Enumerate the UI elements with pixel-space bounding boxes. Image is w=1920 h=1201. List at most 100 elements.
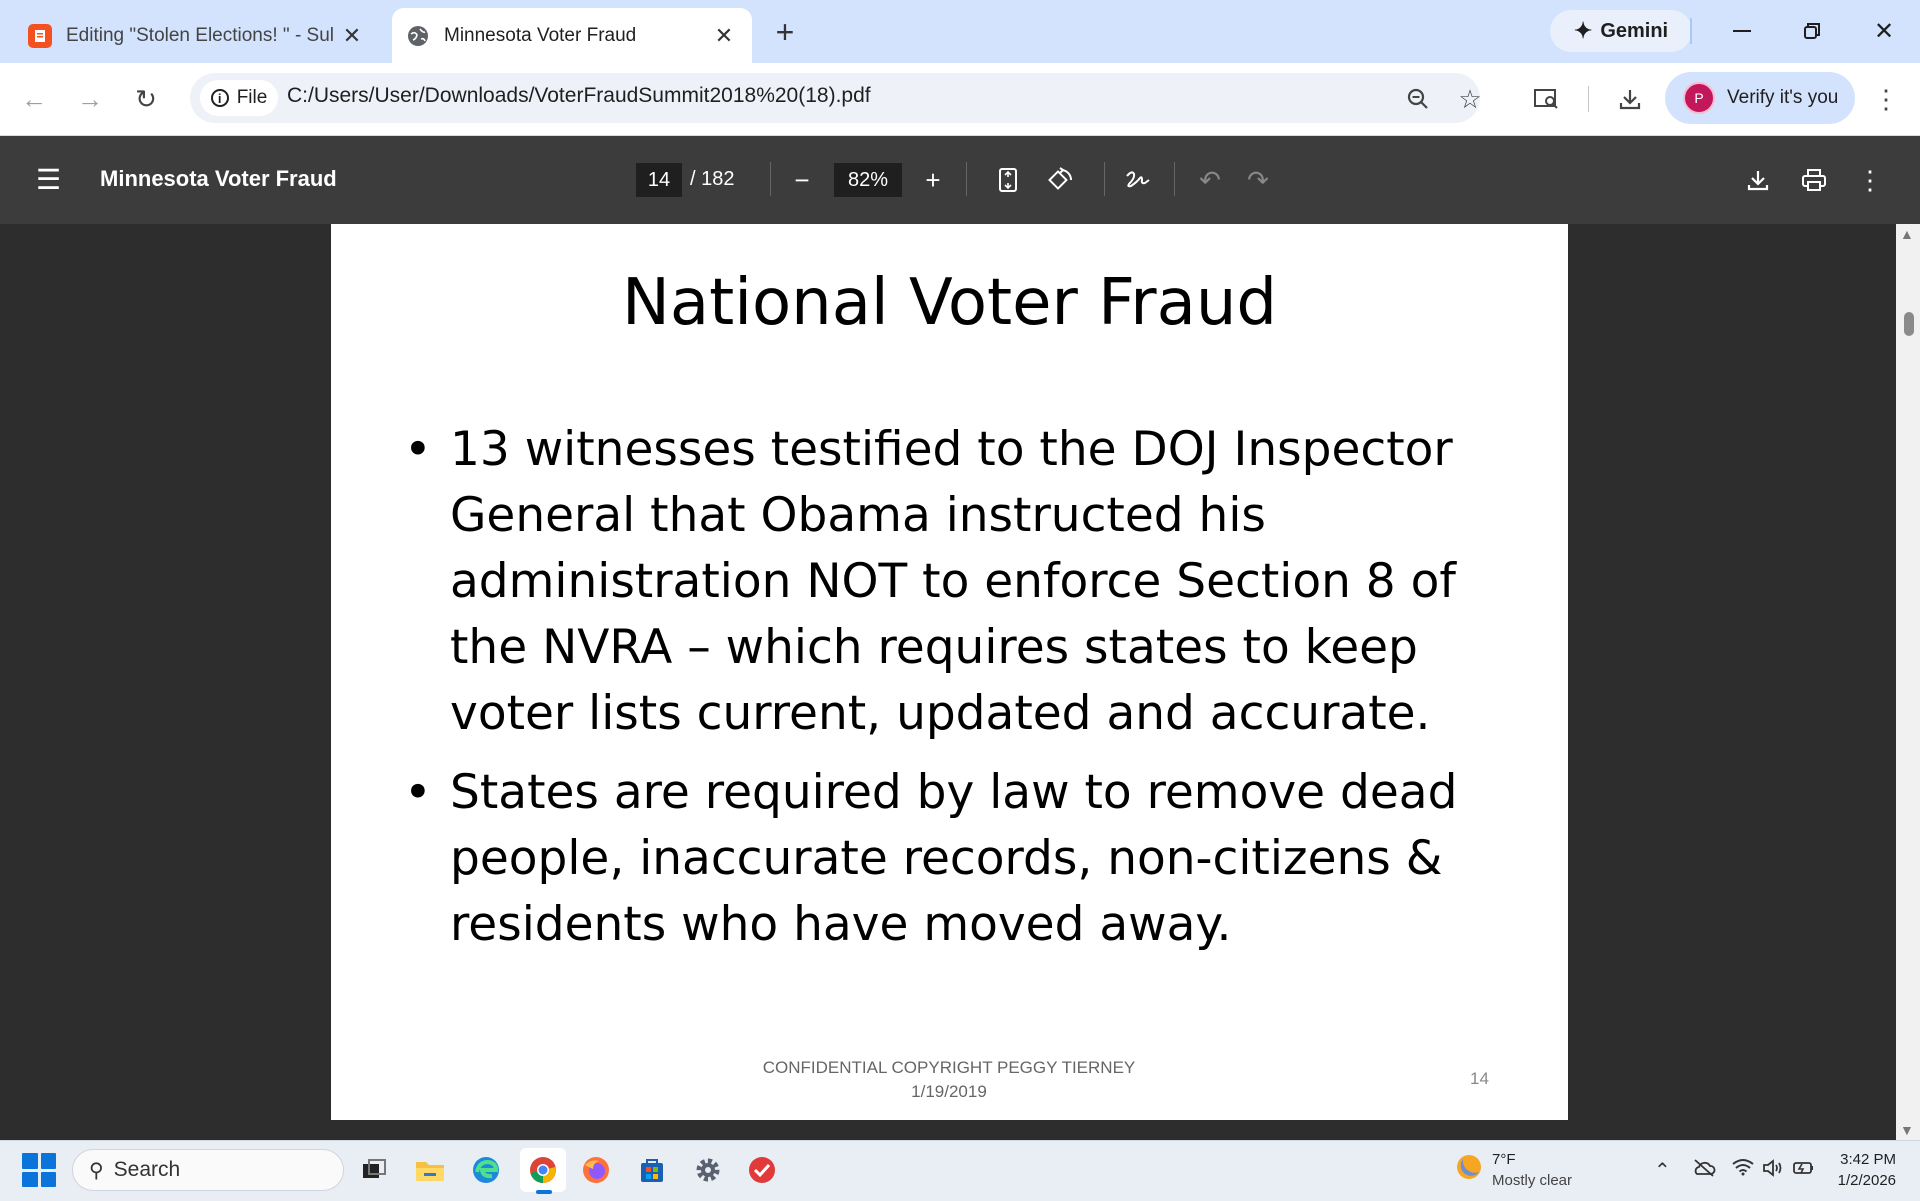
- rotate-button[interactable]: [1042, 162, 1078, 198]
- volume-icon[interactable]: [1762, 1158, 1784, 1184]
- pdf-print-button[interactable]: [1796, 162, 1832, 198]
- store-button[interactable]: [632, 1150, 672, 1190]
- chrome-button[interactable]: [520, 1148, 566, 1192]
- firefox-icon: [583, 1157, 609, 1183]
- document-app-icon: [28, 23, 52, 48]
- firefox-button[interactable]: [576, 1150, 616, 1190]
- draw-button[interactable]: [1120, 162, 1156, 198]
- todo-app-button[interactable]: [742, 1150, 782, 1190]
- edge-button[interactable]: [466, 1150, 506, 1190]
- restore-button[interactable]: [1782, 10, 1842, 52]
- redo-button[interactable]: ↷: [1240, 162, 1276, 198]
- scroll-up-icon[interactable]: ▲: [1900, 226, 1914, 242]
- forward-button[interactable]: →: [70, 80, 110, 118]
- weather-description: Mostly clear: [1492, 1172, 1573, 1189]
- edge-icon: [473, 1157, 499, 1183]
- scroll-down-icon[interactable]: ▼: [1900, 1122, 1914, 1138]
- draw-icon: [1126, 171, 1150, 188]
- bullet-text: States are required by law to remove dea…: [450, 765, 1458, 952]
- downloads-button[interactable]: [1610, 80, 1650, 118]
- bullet-marker: •: [404, 765, 432, 820]
- back-button[interactable]: ←: [14, 80, 54, 118]
- restore-icon: [1804, 23, 1820, 39]
- download-icon: [1747, 171, 1769, 191]
- search-icon: ⚲: [89, 1159, 104, 1182]
- minimize-icon: [1733, 30, 1751, 32]
- zoom-button[interactable]: [1398, 80, 1438, 118]
- gemini-button[interactable]: ✦ Gemini: [1550, 10, 1692, 52]
- redo-icon: ↷: [1247, 164, 1269, 195]
- clock-time[interactable]: 3:42 PM: [1838, 1151, 1896, 1168]
- print-icon: [1802, 169, 1826, 191]
- plus-icon: +: [925, 164, 941, 195]
- zoom-in-button[interactable]: +: [915, 162, 951, 198]
- wifi-icon[interactable]: [1732, 1158, 1754, 1182]
- minimize-button[interactable]: [1712, 10, 1772, 52]
- scrollbar-thumb[interactable]: [1904, 312, 1914, 336]
- bullet-item: • States are required by law to remove d…: [404, 760, 1504, 980]
- close-icon: ✕: [1873, 17, 1895, 45]
- undo-button[interactable]: ↶: [1192, 162, 1228, 198]
- profile-verify-button[interactable]: P Verify it's you: [1665, 72, 1855, 124]
- page-number-input[interactable]: 14: [636, 163, 682, 197]
- avatar: P: [1683, 82, 1715, 114]
- divider: [1588, 86, 1589, 112]
- close-icon[interactable]: ✕: [710, 23, 738, 49]
- gear-icon: [696, 1158, 720, 1182]
- tab-search-icon: [1534, 89, 1558, 109]
- fit-page-button[interactable]: [990, 162, 1026, 198]
- close-icon[interactable]: ✕: [338, 23, 366, 49]
- more-vert-icon: ⋮: [1873, 83, 1899, 114]
- minus-icon: −: [794, 164, 810, 195]
- weather-icon[interactable]: [1452, 1150, 1486, 1189]
- reload-button[interactable]: ↻: [126, 80, 166, 118]
- arrow-right-icon: →: [77, 83, 103, 114]
- tab-title: Editing "Stolen Elections! " - Sul: [66, 24, 335, 46]
- bookmark-button[interactable]: ☆: [1450, 80, 1490, 118]
- divider: [1174, 162, 1175, 196]
- windows-logo-icon: [22, 1153, 38, 1169]
- more-vert-icon: ⋮: [1857, 164, 1883, 195]
- clock-date[interactable]: 1/2/2026: [1824, 1172, 1896, 1189]
- pdf-sidebar-menu-button[interactable]: ☰: [36, 163, 61, 196]
- zoom-out-icon: [1407, 88, 1428, 109]
- scrollbar[interactable]: [1896, 224, 1920, 1140]
- sparkle-icon: ✦: [1573, 18, 1593, 43]
- settings-button[interactable]: [688, 1150, 728, 1190]
- weather-temperature: 7°F: [1492, 1151, 1516, 1168]
- divider: [770, 162, 771, 196]
- fit-page-icon: [999, 168, 1017, 192]
- divider: [966, 162, 967, 196]
- task-view-button[interactable]: [354, 1150, 394, 1190]
- chrome-icon: [530, 1157, 556, 1183]
- slide-title: National Voter Fraud: [622, 266, 1277, 340]
- arrow-left-icon: ←: [21, 83, 47, 114]
- onedrive-icon[interactable]: [1692, 1158, 1716, 1184]
- active-app-indicator: [536, 1190, 552, 1194]
- taskbar-search[interactable]: ⚲ Search: [72, 1149, 344, 1191]
- file-explorer-button[interactable]: [410, 1150, 450, 1190]
- pdf-download-button[interactable]: [1740, 162, 1776, 198]
- browser-menu-button[interactable]: ⋮: [1866, 80, 1906, 118]
- show-hidden-icons-button[interactable]: ⌃: [1654, 1158, 1671, 1183]
- new-tab-button[interactable]: +: [770, 14, 800, 51]
- windows-start-button[interactable]: [22, 1153, 56, 1187]
- pdf-more-button[interactable]: ⋮: [1852, 162, 1888, 198]
- slide-footer: CONFIDENTIAL COPYRIGHT PEGGY TIERNEY 1/1…: [731, 1056, 1167, 1104]
- battery-icon[interactable]: [1792, 1158, 1816, 1184]
- url-text[interactable]: C:/Users/User/Downloads/VoterFraudSummit…: [287, 84, 871, 108]
- divider: [1104, 162, 1105, 196]
- footer-copyright: CONFIDENTIAL COPYRIGHT PEGGY TIERNEY: [762, 1058, 1136, 1077]
- close-window-button[interactable]: ✕: [1854, 10, 1914, 52]
- search-tabs-button[interactable]: [1526, 80, 1566, 118]
- tab-editing-stolen-elections[interactable]: Editing "Stolen Elections! " - Sul ✕: [14, 8, 380, 63]
- star-icon: ☆: [1458, 83, 1482, 114]
- globe-icon: [406, 24, 430, 48]
- chevron-up-icon: ⌃: [1654, 1160, 1671, 1182]
- task-view-icon: [363, 1159, 386, 1178]
- tab-minnesota-voter-fraud[interactable]: Minnesota Voter Fraud ✕: [392, 8, 752, 63]
- site-info-button[interactable]: i File: [200, 80, 278, 116]
- zoom-level-input[interactable]: 82%: [834, 163, 902, 197]
- zoom-out-button[interactable]: −: [784, 162, 820, 198]
- bullet-marker: •: [404, 422, 432, 477]
